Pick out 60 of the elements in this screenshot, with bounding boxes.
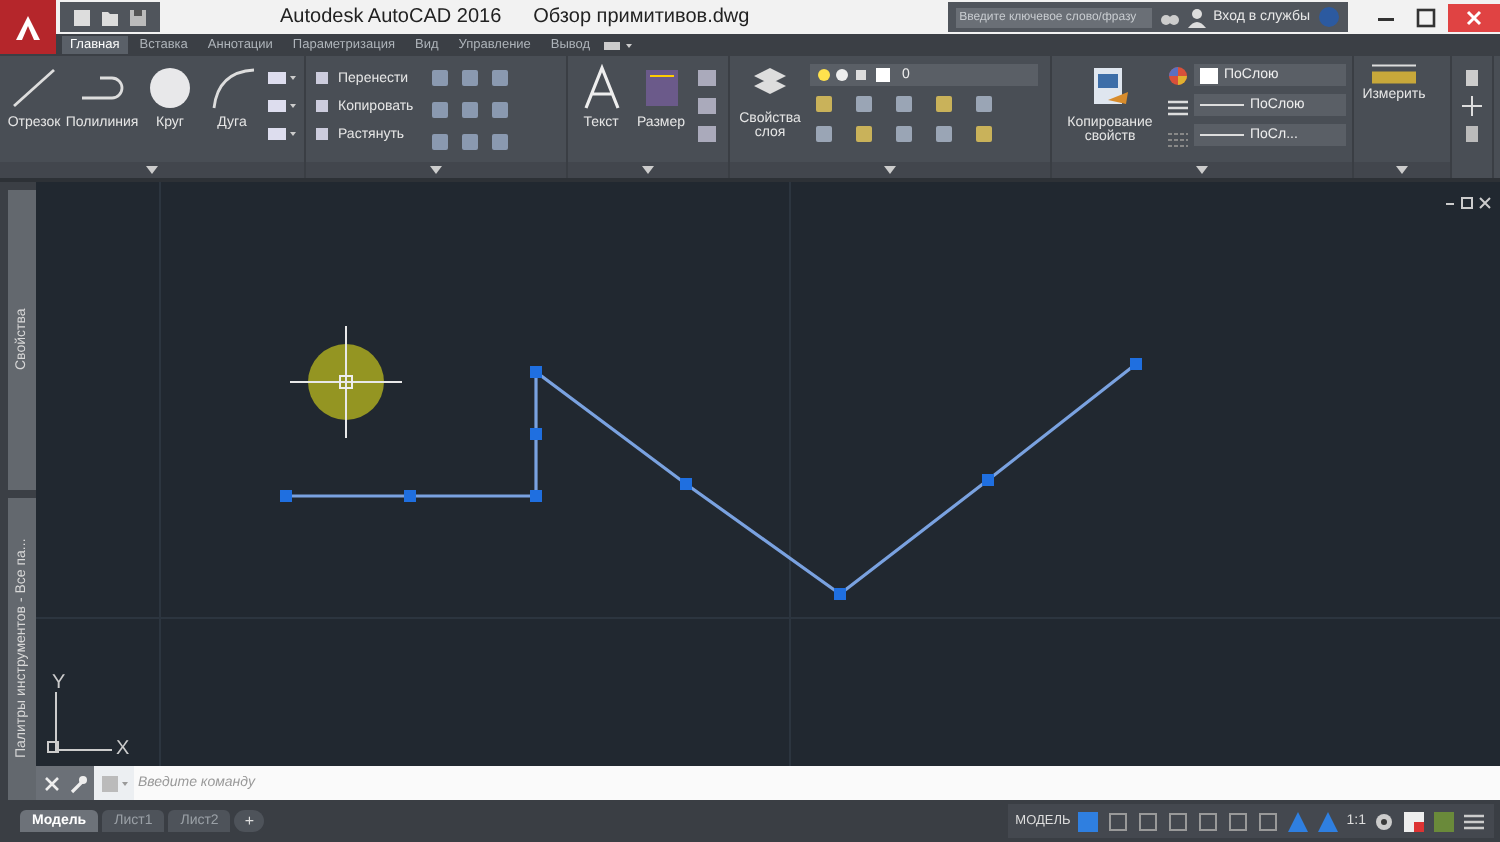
- ucs-axes-icon: [47, 691, 113, 753]
- close-icon[interactable]: [42, 773, 62, 793]
- edit-tool-icon[interactable]: [457, 132, 482, 152]
- line-icon: [8, 64, 60, 112]
- lineweight-icon: [1168, 98, 1188, 118]
- panel-expand-icon[interactable]: [146, 166, 158, 174]
- panel-expand-icon[interactable]: [642, 166, 654, 174]
- edit-tool-icon[interactable]: [457, 68, 482, 88]
- close-icon: [1464, 7, 1484, 27]
- layer-tool-icon[interactable]: [930, 124, 958, 144]
- cursor-crosshair-icon: [289, 325, 403, 439]
- wrench-icon[interactable]: [68, 773, 88, 793]
- linetype-icon: [1168, 130, 1188, 150]
- measure-icon: [1372, 64, 1416, 84]
- edit-tool-icon[interactable]: [427, 100, 452, 120]
- layer-tool-icon[interactable]: [850, 94, 878, 114]
- app-title: Autodesk AutoCAD 2016: [280, 6, 502, 28]
- x-axis-label: X: [116, 738, 130, 760]
- file-name: Обзор примитивов.dwg: [533, 6, 750, 28]
- app-menu-button[interactable]: [0, 0, 56, 54]
- layer-tool-icon[interactable]: [810, 124, 838, 144]
- user-icon: [1187, 7, 1206, 27]
- polyline-drawing[interactable]: [280, 358, 1142, 600]
- layer-tool-icon[interactable]: [930, 94, 958, 114]
- app-logo-icon: [14, 13, 42, 41]
- text-icon: [579, 64, 623, 112]
- edit-tool-icon[interactable]: [427, 68, 452, 88]
- settings-icon[interactable]: [1372, 809, 1396, 833]
- layer-state-icon: [816, 66, 896, 84]
- new-file-icon[interactable]: [72, 7, 92, 27]
- panel-expand-icon[interactable]: [430, 166, 442, 174]
- shape-tool-icon[interactable]: [266, 68, 298, 88]
- panel-expand-icon[interactable]: [1396, 166, 1408, 174]
- menu-icon[interactable]: [1462, 809, 1486, 833]
- layer-tool-icon[interactable]: [890, 124, 918, 144]
- shape-tool-icon[interactable]: [266, 124, 298, 144]
- circle-icon: [144, 64, 196, 112]
- add-layout-button[interactable]: +: [234, 810, 264, 832]
- layer-tool-icon[interactable]: [850, 124, 878, 144]
- edit-tool-icon[interactable]: [427, 132, 452, 152]
- color-wheel-icon: [1168, 66, 1188, 86]
- layer-tool-icon[interactable]: [890, 94, 918, 114]
- edit-tool-icon[interactable]: [457, 100, 482, 120]
- layer-tool-icon[interactable]: [970, 94, 998, 114]
- crosshair-icon[interactable]: [1460, 96, 1484, 116]
- save-icon[interactable]: [128, 7, 148, 27]
- panel-toggle-icon[interactable]: [602, 37, 635, 53]
- edit-tool-icon[interactable]: [487, 68, 512, 88]
- close-button[interactable]: [1448, 3, 1500, 31]
- y-axis-label: Y: [52, 672, 66, 694]
- panel-expand-icon[interactable]: [1196, 166, 1208, 174]
- edit-tool-icon[interactable]: [487, 100, 512, 120]
- viewport-controls-icon[interactable]: [1445, 197, 1491, 209]
- open-folder-icon[interactable]: [100, 7, 120, 27]
- layer-tool-icon[interactable]: [970, 124, 998, 144]
- drawing-area[interactable]: Y X: [36, 182, 1500, 766]
- shape-tool-icon[interactable]: [266, 96, 298, 116]
- edit-tool-icon[interactable]: [487, 132, 512, 152]
- panel-expand-icon[interactable]: [884, 166, 896, 174]
- layer-tool-icon[interactable]: [810, 94, 838, 114]
